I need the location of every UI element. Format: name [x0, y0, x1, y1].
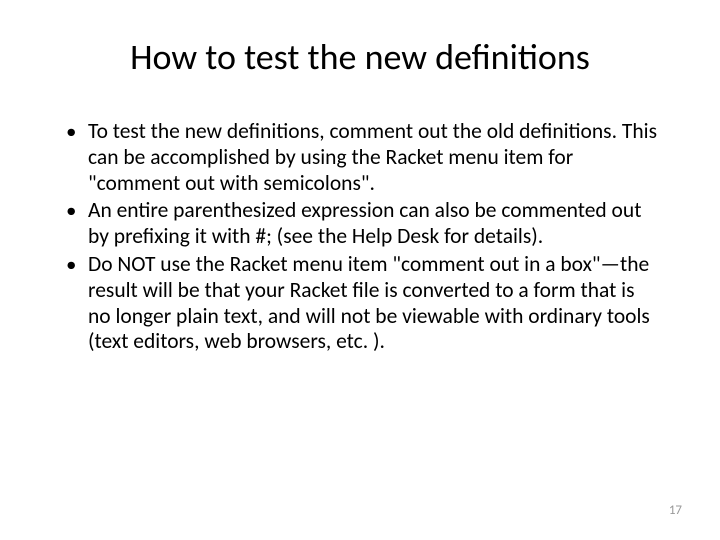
bullet-item: To test the new definitions, comment out…: [60, 119, 660, 196]
bullet-item: An entire parenthesized expression can a…: [60, 198, 660, 250]
bullet-list: To test the new definitions, comment out…: [60, 119, 660, 355]
slide-title: How to test the new definitions: [60, 35, 660, 79]
bullet-item: Do NOT use the Racket menu item "comment…: [60, 252, 660, 355]
slide-container: How to test the new definitions To test …: [0, 0, 720, 540]
page-number: 17: [669, 503, 682, 518]
